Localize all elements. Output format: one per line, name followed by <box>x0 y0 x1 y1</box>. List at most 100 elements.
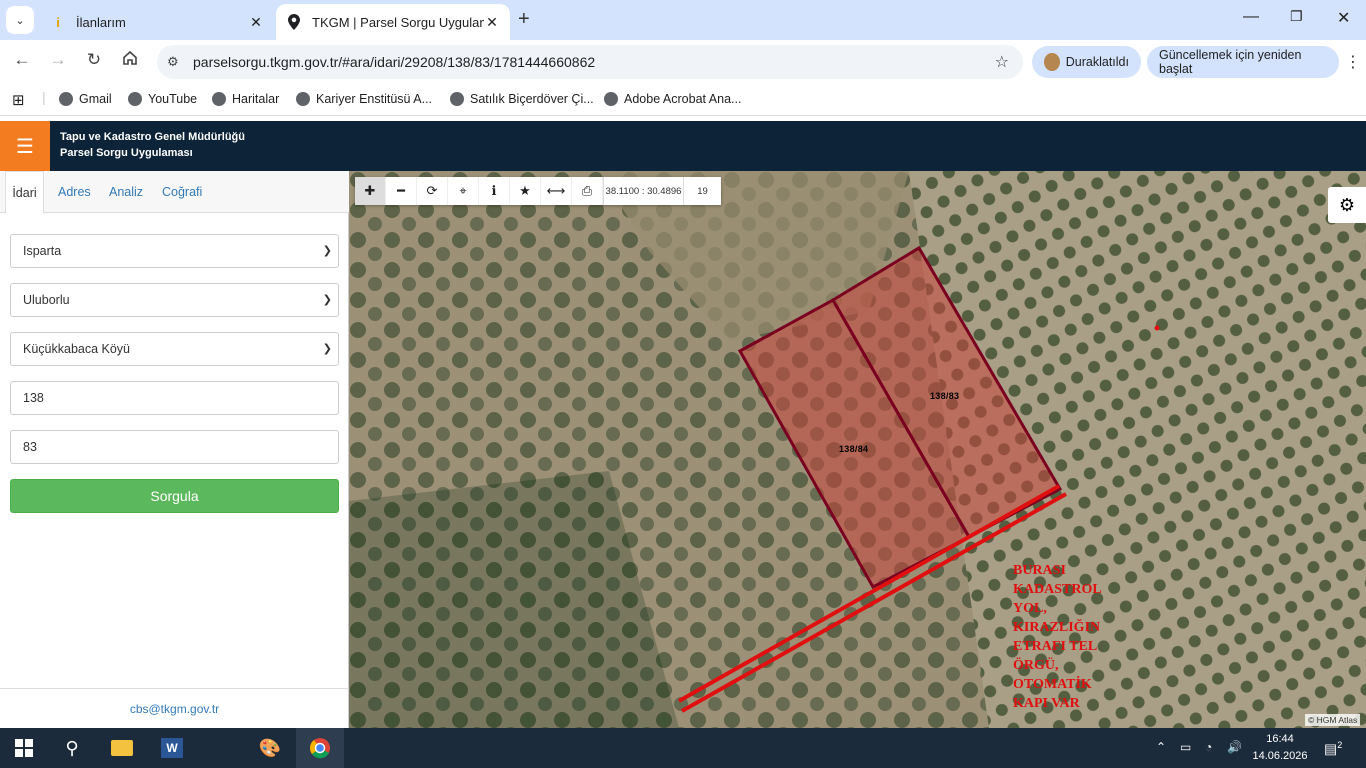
windows-start-icon[interactable] <box>0 728 48 768</box>
bookmarks-bar: ⊞ | Gmail YouTube Haritalar Kariyer Enst… <box>0 84 1366 116</box>
ilan-favicon: i <box>56 14 60 30</box>
volume-icon[interactable]: 🔊 <box>1227 740 1242 754</box>
district-value: Uluborlu <box>23 293 70 307</box>
chevron-down-icon: ❯ <box>322 294 332 306</box>
tab-adres[interactable]: Adres <box>58 171 91 213</box>
bookmark-star-icon[interactable]: ☆ <box>995 52 1009 72</box>
bookmark-label: Satılık Biçerdöver Çi... <box>470 92 594 106</box>
ada-input[interactable]: 138 <box>10 381 339 415</box>
bookmark-bicerdover[interactable]: Satılık Biçerdöver Çi... <box>450 92 594 106</box>
address-bar[interactable]: ⚙ parselsorgu.tkgm.gov.tr/#ara/idari/292… <box>157 45 1023 79</box>
annotation-line: KAPI VAR <box>1013 696 1080 711</box>
tab-title: TKGM | Parsel Sorgu Uygulaması <box>312 14 484 30</box>
map-toolbar: ✚ ━ ⟳ ⌖ ℹ ★ ⟷ ⎙ 38.1100 : 30.4896 19 <box>355 177 721 205</box>
minimize-icon[interactable]: — <box>1243 8 1259 26</box>
info-icon[interactable]: ℹ <box>479 177 510 205</box>
province-value: Isparta <box>23 244 62 258</box>
zoom-out-icon[interactable]: ━ <box>386 177 417 205</box>
bookmark-youtube[interactable]: YouTube <box>128 92 197 106</box>
site-info-icon[interactable]: ⚙ <box>167 54 187 70</box>
globe-icon <box>59 92 73 106</box>
parcel-label: 138/84 <box>839 444 869 454</box>
measure-icon[interactable]: ⟷ <box>541 177 572 205</box>
profile-button[interactable]: Duraklatıldı <box>1032 46 1141 78</box>
windows-taskbar: ⚲ W 🎨 ⌃ ▭ ◔ 🔊 16:44 14.06.2026 ▤2 <box>0 728 1366 768</box>
browser-toolbar: ← → ↻ ⚙ parselsorgu.tkgm.gov.tr/#ara/ida… <box>0 40 1366 84</box>
update-button[interactable]: Güncellemek için yeniden başlat <box>1147 46 1339 78</box>
chevron-down-icon: ❯ <box>322 343 332 355</box>
tab-ilanlarim[interactable]: i İlanlarım ✕ <box>40 4 274 40</box>
favorite-star-icon[interactable]: ★ <box>510 177 541 205</box>
district-select[interactable]: Uluborlu ❯ <box>10 283 339 317</box>
bookmark-label: Adobe Acrobat Ana... <box>624 92 742 106</box>
print-icon[interactable]: ⎙ <box>572 177 603 205</box>
annotation-line: ÖRGÜ, <box>1013 658 1059 673</box>
globe-icon <box>450 92 464 106</box>
gear-icon: ⚙ <box>1338 194 1356 215</box>
annotation-line: KIRAZLIĞIN <box>1013 620 1101 635</box>
app-title-line1: Tapu ve Kadastro Genel Müdürlüğü <box>60 131 245 143</box>
bookmark-kariyer[interactable]: Kariyer Enstitüsü A... <box>296 92 432 106</box>
reload-icon[interactable]: ↻ <box>82 50 106 70</box>
contact-email[interactable]: cbs@tkgm.gov.tr <box>0 688 349 728</box>
sorgula-button[interactable]: Sorgula <box>10 479 339 513</box>
globe-icon <box>296 92 310 106</box>
map-attribution: © HGM Atlas <box>1305 714 1361 726</box>
paint-icon[interactable]: 🎨 <box>246 728 294 768</box>
bookmark-label: Kariyer Enstitüsü A... <box>316 92 433 106</box>
close-icon[interactable]: ✕ <box>484 14 500 31</box>
locate-icon[interactable]: ⌖ <box>448 177 479 205</box>
menu-icon: ☰ <box>16 135 34 158</box>
restore-icon[interactable]: ❐ <box>1290 8 1303 25</box>
notifications-icon[interactable]: ▤2 <box>1324 740 1342 758</box>
system-clock[interactable]: 16:44 14.06.2026 <box>1250 731 1310 765</box>
bookmark-haritalar[interactable]: Haritalar <box>212 92 279 106</box>
clock-time: 16:44 <box>1266 733 1294 745</box>
close-icon[interactable]: ✕ <box>248 14 264 31</box>
globe-icon <box>128 92 142 106</box>
village-select[interactable]: Küçükkabaca Köyü ❯ <box>10 332 339 366</box>
refresh-icon[interactable]: ⟳ <box>417 177 448 205</box>
notification-count: 2 <box>1337 740 1343 750</box>
forward-icon[interactable]: → <box>46 50 70 70</box>
parsel-input[interactable]: 83 <box>10 430 339 464</box>
profile-label: Duraklatıldı <box>1065 55 1129 69</box>
back-icon[interactable]: ← <box>10 50 34 70</box>
word-icon[interactable]: W <box>148 728 196 768</box>
apps-grid-icon[interactable]: ⊞ <box>12 91 25 109</box>
search-icon[interactable]: ⚲ <box>48 728 96 768</box>
zoom-in-icon[interactable]: ✚ <box>355 177 386 205</box>
tab-analiz[interactable]: Analiz <box>109 171 143 213</box>
settings-gear-button[interactable]: ⚙ <box>1328 187 1366 223</box>
new-tab-button[interactable]: + <box>518 8 530 31</box>
annotation-line: KADASTROL <box>1013 582 1102 597</box>
village-value: Küçükkabaca Köyü <box>23 342 131 356</box>
bookmark-acrobat[interactable]: Adobe Acrobat Ana... <box>604 92 741 106</box>
tab-search-button[interactable]: ⌄ <box>6 6 34 34</box>
parcel-label: 138/83 <box>930 391 960 401</box>
tab-cografi[interactable]: Coğrafi <box>162 171 202 213</box>
clock-date: 14.06.2026 <box>1252 750 1308 762</box>
more-options-icon[interactable]: ⋮ <box>1345 52 1361 72</box>
zoom-level: 19 <box>683 177 721 205</box>
tab-tkgm[interactable]: TKGM | Parsel Sorgu Uygulaması ✕ <box>276 4 510 40</box>
app-title-line2: Parsel Sorgu Uygulaması <box>60 147 193 159</box>
map-view[interactable]: 138/83 138/84 BURASI KADASTROL YOL, KIRA… <box>349 171 1366 728</box>
home-icon[interactable] <box>118 50 142 71</box>
file-explorer-icon[interactable] <box>98 728 146 768</box>
bookmark-gmail[interactable]: Gmail <box>59 92 112 106</box>
search-panel: İdari Adres Analiz Coğrafi Isparta ❯ Ulub… <box>0 171 349 728</box>
wifi-icon[interactable]: ◔ <box>1205 740 1212 754</box>
hamburger-menu-button[interactable]: ☰ <box>0 121 50 171</box>
annotation-line: BURASI <box>1013 563 1066 578</box>
parsel-value: 83 <box>23 440 37 454</box>
chevron-up-icon[interactable]: ⌃ <box>1156 740 1166 754</box>
chrome-icon[interactable] <box>296 728 344 768</box>
globe-icon <box>604 92 618 106</box>
coordinate-readout: 38.1100 : 30.4896 <box>603 177 683 205</box>
province-select[interactable]: Isparta ❯ <box>10 234 339 268</box>
bookmark-label: Haritalar <box>232 92 280 106</box>
close-window-icon[interactable]: ✕ <box>1337 8 1350 28</box>
tab-idari[interactable]: İdari <box>5 171 44 214</box>
battery-icon[interactable]: ▭ <box>1180 740 1191 754</box>
